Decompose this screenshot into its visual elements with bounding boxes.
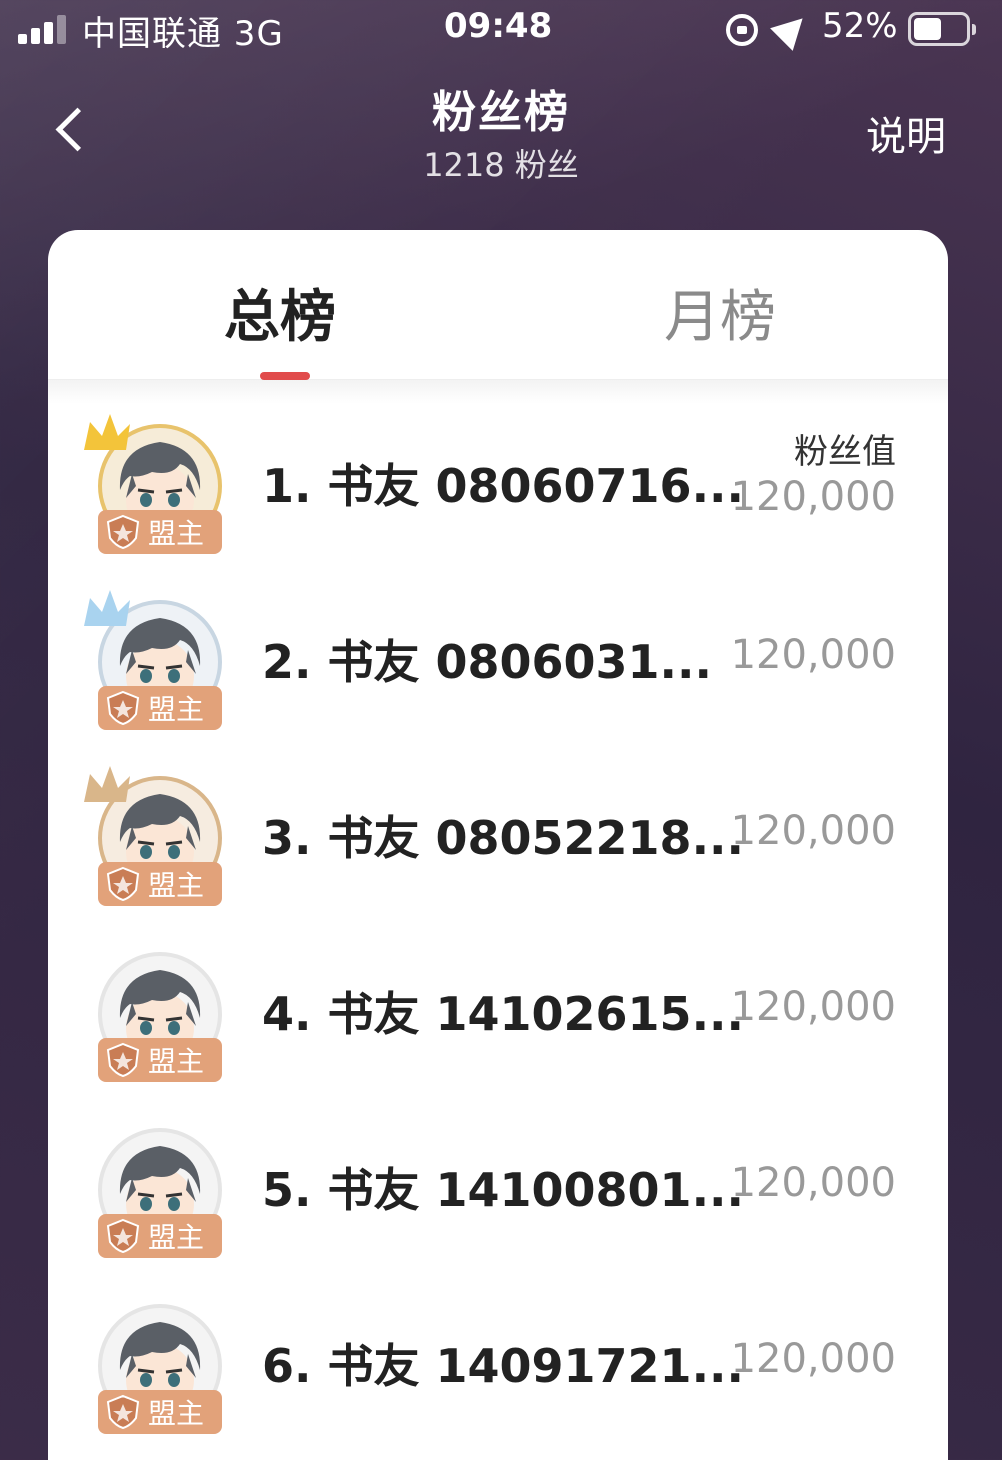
crown-icon: [84, 414, 130, 450]
list-item[interactable]: 盟主 4. 书友 14102615... 120,000: [48, 934, 948, 1110]
badge-label: 盟主: [148, 1221, 205, 1254]
avatar-group: 盟主: [84, 1286, 234, 1446]
tab-divider: [48, 380, 948, 404]
rank-badge: 盟主: [98, 686, 222, 730]
list-item[interactable]: 盟主 2. 书友 0806031... 120,000: [48, 582, 948, 758]
shield-icon: [106, 1394, 140, 1430]
badge-label: 盟主: [148, 517, 205, 550]
ranking-list: 盟主 1. 书友 08060716... 粉丝值 120,000 盟主 2. 书…: [48, 406, 948, 1460]
clock: 09:48: [444, 6, 553, 46]
crown-icon: [84, 766, 130, 802]
fan-score: 120,000: [730, 1160, 896, 1206]
fan-name[interactable]: 3. 书友 08052218...: [262, 802, 744, 868]
fan-name[interactable]: 6. 书友 14091721...: [262, 1330, 744, 1396]
carrier-label: 中国联通 3G: [82, 14, 284, 54]
score-header: 粉丝值: [794, 432, 896, 472]
fan-name[interactable]: 4. 书友 14102615...: [262, 978, 744, 1044]
list-item[interactable]: 盟主 6. 书友 14091721... 120,000: [48, 1286, 948, 1460]
badge-label: 盟主: [148, 869, 205, 902]
shield-icon: [106, 1218, 140, 1254]
shield-icon: [106, 866, 140, 902]
rank-badge: 盟主: [98, 1390, 222, 1434]
fan-score: 120,000: [730, 474, 896, 520]
location-icon: [770, 7, 814, 51]
rotation-lock-icon: [726, 14, 758, 46]
tab-bar: 总榜 月榜: [48, 230, 948, 380]
fan-name[interactable]: 5. 书友 14100801...: [262, 1154, 744, 1220]
avatar-group: 盟主: [84, 582, 234, 742]
avatar-group: 盟主: [84, 934, 234, 1094]
fan-name[interactable]: 1. 书友 08060716...: [262, 450, 744, 516]
badge-label: 盟主: [148, 1045, 205, 1078]
avatar-group: 盟主: [84, 406, 234, 566]
active-tab-indicator: [260, 372, 310, 380]
badge-label: 盟主: [148, 693, 205, 726]
page-title: 粉丝榜: [432, 87, 570, 138]
rank-badge: 盟主: [98, 1214, 222, 1258]
fan-name[interactable]: 2. 书友 0806031...: [262, 626, 712, 692]
shield-icon: [106, 514, 140, 550]
fan-count: 1218 粉丝: [423, 146, 579, 184]
shield-icon: [106, 690, 140, 726]
rank-badge: 盟主: [98, 1038, 222, 1082]
fan-score: 120,000: [730, 984, 896, 1030]
list-item[interactable]: 盟主 3. 书友 08052218... 120,000: [48, 758, 948, 934]
crown-icon: [84, 590, 130, 626]
fan-score: 120,000: [730, 1336, 896, 1382]
leaderboard-card: 总榜 月榜 盟主 1. 书友 08060716... 粉丝值 120,000 盟…: [48, 230, 948, 1460]
signal-icon: [18, 14, 70, 44]
tab-total[interactable]: 总榜: [224, 272, 336, 353]
shield-icon: [106, 1042, 140, 1078]
status-bar: 中国联通 3G 09:48 52%: [0, 0, 1002, 58]
fan-score: 120,000: [730, 632, 896, 678]
explain-button[interactable]: 说明: [866, 104, 946, 162]
avatar-group: 盟主: [84, 758, 234, 918]
battery-icon: [908, 12, 976, 46]
badge-label: 盟主: [148, 1397, 205, 1430]
list-item[interactable]: 盟主 1. 书友 08060716... 粉丝值 120,000: [48, 406, 948, 582]
battery-percent: 52%: [822, 6, 898, 46]
rank-badge: 盟主: [98, 510, 222, 554]
rank-badge: 盟主: [98, 862, 222, 906]
tab-monthly[interactable]: 月榜: [664, 272, 776, 353]
list-item[interactable]: 盟主 5. 书友 14100801... 120,000: [48, 1110, 948, 1286]
avatar-group: 盟主: [84, 1110, 234, 1270]
fan-score: 120,000: [730, 808, 896, 854]
